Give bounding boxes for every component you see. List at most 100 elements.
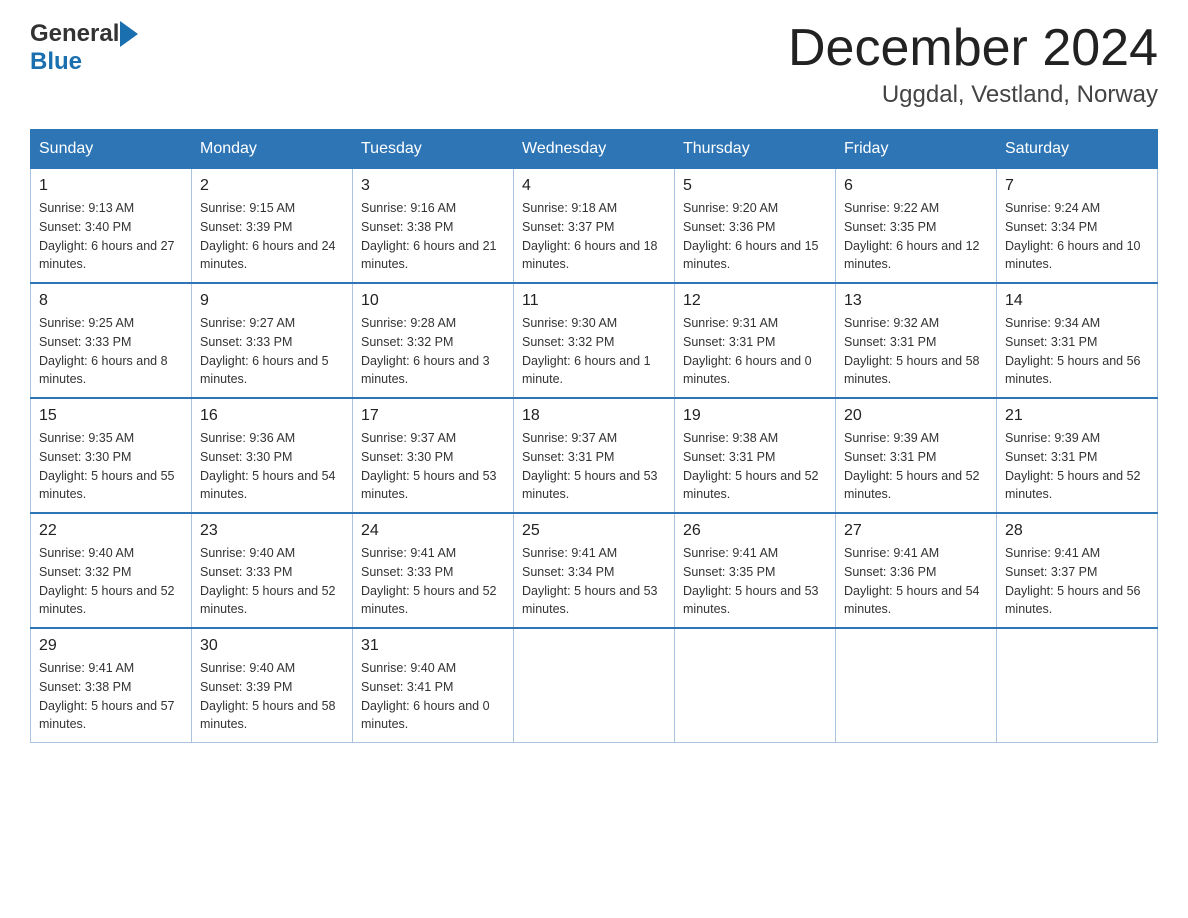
day-info: Sunrise: 9:22 AMSunset: 3:35 PMDaylight:… — [844, 199, 988, 274]
day-number: 19 — [683, 407, 827, 425]
calendar-cell: 2 Sunrise: 9:15 AMSunset: 3:39 PMDaylight… — [192, 169, 353, 284]
day-number: 10 — [361, 292, 505, 310]
calendar-cell: 21 Sunrise: 9:39 AMSunset: 3:31 PMDayligh… — [997, 398, 1158, 513]
day-info: Sunrise: 9:15 AMSunset: 3:39 PMDaylight:… — [200, 199, 344, 274]
day-info: Sunrise: 9:41 AMSunset: 3:34 PMDaylight:… — [522, 544, 666, 619]
day-number: 21 — [1005, 407, 1149, 425]
calendar-cell: 15 Sunrise: 9:35 AMSunset: 3:30 PMDayligh… — [31, 398, 192, 513]
day-info: Sunrise: 9:41 AMSunset: 3:38 PMDaylight:… — [39, 659, 183, 734]
calendar-cell: 27 Sunrise: 9:41 AMSunset: 3:36 PMDayligh… — [836, 513, 997, 628]
calendar-header-row: SundayMondayTuesdayWednesdayThursdayFrid… — [31, 130, 1158, 169]
calendar-cell: 12 Sunrise: 9:31 AMSunset: 3:31 PMDayligh… — [675, 283, 836, 398]
calendar-cell: 10 Sunrise: 9:28 AMSunset: 3:32 PMDayligh… — [353, 283, 514, 398]
calendar-cell: 4 Sunrise: 9:18 AMSunset: 3:37 PMDaylight… — [514, 169, 675, 284]
day-number: 8 — [39, 292, 183, 310]
calendar-cell — [514, 628, 675, 743]
calendar-cell: 16 Sunrise: 9:36 AMSunset: 3:30 PMDayligh… — [192, 398, 353, 513]
calendar-week-row: 8Sunrise: 9:25 AMSunset: 3:33 PMDaylight… — [31, 283, 1158, 398]
calendar-cell: 1Sunrise: 9:13 AMSunset: 3:40 PMDaylight… — [31, 169, 192, 284]
logo-blue-text: Blue — [30, 48, 82, 75]
day-number: 24 — [361, 522, 505, 540]
day-info: Sunrise: 9:27 AMSunset: 3:33 PMDaylight:… — [200, 314, 344, 389]
day-info: Sunrise: 9:38 AMSunset: 3:31 PMDaylight:… — [683, 429, 827, 504]
logo: General Blue — [30, 20, 138, 76]
calendar-cell: 11 Sunrise: 9:30 AMSunset: 3:32 PMDayligh… — [514, 283, 675, 398]
day-info: Sunrise: 9:31 AMSunset: 3:31 PMDaylight:… — [683, 314, 827, 389]
calendar-week-row: 29 Sunrise: 9:41 AMSunset: 3:38 PMDayligh… — [31, 628, 1158, 743]
day-number: 27 — [844, 522, 988, 540]
day-info: Sunrise: 9:41 AMSunset: 3:33 PMDaylight:… — [361, 544, 505, 619]
day-number: 12 — [683, 292, 827, 310]
col-header-monday: Monday — [192, 130, 353, 169]
day-number: 16 — [200, 407, 344, 425]
calendar-cell: 26 Sunrise: 9:41 AMSunset: 3:35 PMDayligh… — [675, 513, 836, 628]
calendar-cell: 31Sunrise: 9:40 AMSunset: 3:41 PMDayligh… — [353, 628, 514, 743]
day-info: Sunrise: 9:16 AMSunset: 3:38 PMDaylight:… — [361, 199, 505, 274]
day-number: 4 — [522, 177, 666, 195]
day-info: Sunrise: 9:32 AMSunset: 3:31 PMDaylight:… — [844, 314, 988, 389]
day-info: Sunrise: 9:36 AMSunset: 3:30 PMDaylight:… — [200, 429, 344, 504]
calendar-cell: 17 Sunrise: 9:37 AMSunset: 3:30 PMDayligh… — [353, 398, 514, 513]
day-number: 25 — [522, 522, 666, 540]
col-header-saturday: Saturday — [997, 130, 1158, 169]
calendar-cell — [836, 628, 997, 743]
day-number: 6 — [844, 177, 988, 195]
day-number: 18 — [522, 407, 666, 425]
calendar-week-row: 22 Sunrise: 9:40 AMSunset: 3:32 PMDayligh… — [31, 513, 1158, 628]
calendar-cell: 29 Sunrise: 9:41 AMSunset: 3:38 PMDayligh… — [31, 628, 192, 743]
calendar-table: SundayMondayTuesdayWednesdayThursdayFrid… — [30, 129, 1158, 743]
day-info: Sunrise: 9:18 AMSunset: 3:37 PMDaylight:… — [522, 199, 666, 274]
calendar-cell: 25 Sunrise: 9:41 AMSunset: 3:34 PMDayligh… — [514, 513, 675, 628]
day-number: 1 — [39, 177, 183, 195]
day-info: Sunrise: 9:24 AMSunset: 3:34 PMDaylight:… — [1005, 199, 1149, 274]
day-number: 17 — [361, 407, 505, 425]
day-number: 30 — [200, 637, 344, 655]
col-header-tuesday: Tuesday — [353, 130, 514, 169]
calendar-cell — [997, 628, 1158, 743]
calendar-week-row: 1Sunrise: 9:13 AMSunset: 3:40 PMDaylight… — [31, 169, 1158, 284]
day-number: 14 — [1005, 292, 1149, 310]
day-info: Sunrise: 9:39 AMSunset: 3:31 PMDaylight:… — [1005, 429, 1149, 504]
day-number: 11 — [522, 292, 666, 310]
day-info: Sunrise: 9:40 AMSunset: 3:33 PMDaylight:… — [200, 544, 344, 619]
calendar-cell: 18 Sunrise: 9:37 AMSunset: 3:31 PMDayligh… — [514, 398, 675, 513]
page-header: General Blue December 2024 Uggdal, Vestl… — [30, 20, 1158, 109]
col-header-friday: Friday — [836, 130, 997, 169]
day-number: 2 — [200, 177, 344, 195]
month-title: December 2024 — [788, 20, 1158, 77]
col-header-thursday: Thursday — [675, 130, 836, 169]
day-number: 7 — [1005, 177, 1149, 195]
calendar-cell: 5Sunrise: 9:20 AMSunset: 3:36 PMDaylight… — [675, 169, 836, 284]
col-header-sunday: Sunday — [31, 130, 192, 169]
day-number: 3 — [361, 177, 505, 195]
day-number: 13 — [844, 292, 988, 310]
day-number: 26 — [683, 522, 827, 540]
day-number: 31 — [361, 637, 505, 655]
day-number: 15 — [39, 407, 183, 425]
calendar-cell: 13 Sunrise: 9:32 AMSunset: 3:31 PMDayligh… — [836, 283, 997, 398]
title-section: December 2024 Uggdal, Vestland, Norway — [788, 20, 1158, 109]
calendar-cell: 20Sunrise: 9:39 AMSunset: 3:31 PMDayligh… — [836, 398, 997, 513]
col-header-wednesday: Wednesday — [514, 130, 675, 169]
location-title: Uggdal, Vestland, Norway — [788, 81, 1158, 109]
calendar-cell: 19 Sunrise: 9:38 AMSunset: 3:31 PMDayligh… — [675, 398, 836, 513]
day-info: Sunrise: 9:41 AMSunset: 3:37 PMDaylight:… — [1005, 544, 1149, 619]
day-info: Sunrise: 9:41 AMSunset: 3:36 PMDaylight:… — [844, 544, 988, 619]
day-info: Sunrise: 9:28 AMSunset: 3:32 PMDaylight:… — [361, 314, 505, 389]
calendar-cell: 24 Sunrise: 9:41 AMSunset: 3:33 PMDayligh… — [353, 513, 514, 628]
logo-triangle-icon — [120, 21, 138, 47]
day-number: 29 — [39, 637, 183, 655]
calendar-cell: 22 Sunrise: 9:40 AMSunset: 3:32 PMDayligh… — [31, 513, 192, 628]
day-info: Sunrise: 9:40 AMSunset: 3:32 PMDaylight:… — [39, 544, 183, 619]
day-number: 20 — [844, 407, 988, 425]
day-number: 22 — [39, 522, 183, 540]
day-number: 28 — [1005, 522, 1149, 540]
day-info: Sunrise: 9:41 AMSunset: 3:35 PMDaylight:… — [683, 544, 827, 619]
calendar-cell: 3 Sunrise: 9:16 AMSunset: 3:38 PMDaylight… — [353, 169, 514, 284]
calendar-cell: 30Sunrise: 9:40 AMSunset: 3:39 PMDayligh… — [192, 628, 353, 743]
calendar-cell: 23Sunrise: 9:40 AMSunset: 3:33 PMDayligh… — [192, 513, 353, 628]
day-info: Sunrise: 9:37 AMSunset: 3:30 PMDaylight:… — [361, 429, 505, 504]
day-info: Sunrise: 9:37 AMSunset: 3:31 PMDaylight:… — [522, 429, 666, 504]
day-info: Sunrise: 9:35 AMSunset: 3:30 PMDaylight:… — [39, 429, 183, 504]
day-info: Sunrise: 9:30 AMSunset: 3:32 PMDaylight:… — [522, 314, 666, 389]
